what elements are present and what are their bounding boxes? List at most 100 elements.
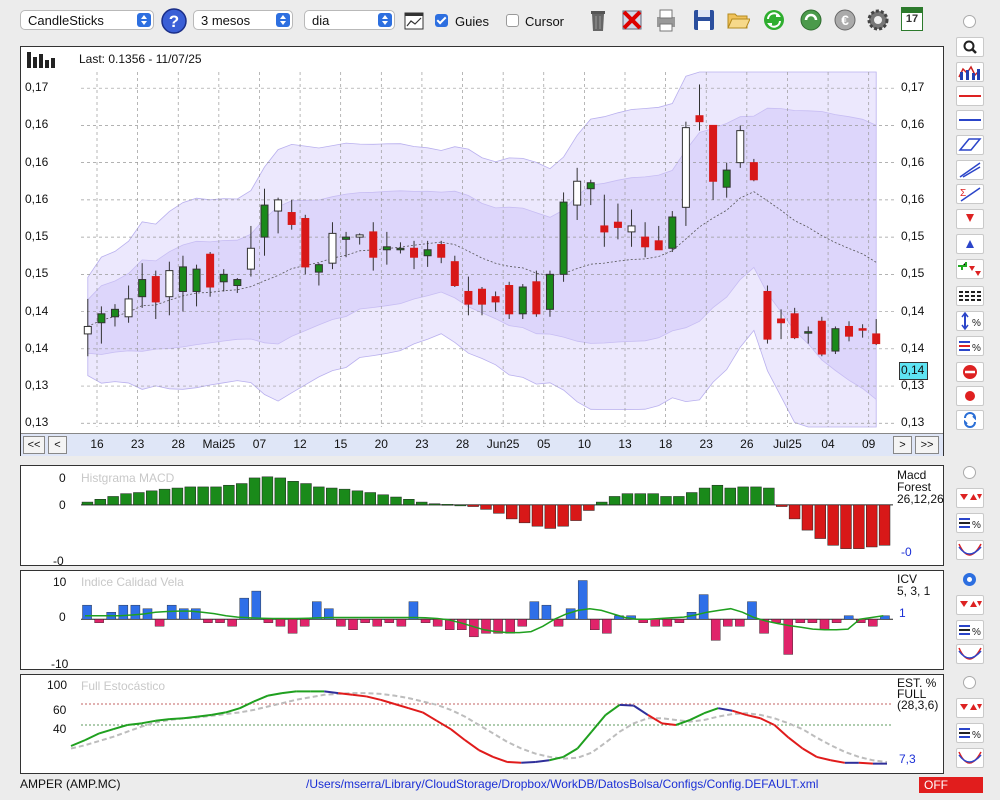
candle-body bbox=[328, 232, 337, 264]
calendar-icon[interactable]: 17 bbox=[901, 7, 923, 31]
macd-bar bbox=[737, 486, 749, 506]
stoch-percent-button[interactable]: % bbox=[956, 723, 984, 743]
gear-icon[interactable] bbox=[866, 7, 890, 33]
percent-lines-button[interactable]: % bbox=[956, 336, 984, 356]
period-select[interactable]: 3 mesos bbox=[193, 10, 293, 30]
stoch-curve-button[interactable] bbox=[956, 748, 984, 768]
candle-body bbox=[314, 264, 323, 273]
icv-bar bbox=[336, 619, 346, 627]
macd-bar bbox=[596, 501, 608, 506]
candle-body bbox=[219, 273, 228, 283]
delete-icon[interactable] bbox=[620, 7, 644, 33]
print-icon[interactable] bbox=[654, 7, 678, 33]
stoch-d-line bbox=[70, 692, 888, 763]
candle-body bbox=[763, 290, 772, 340]
macd-histogram[interactable] bbox=[21, 466, 943, 565]
sync-icon[interactable] bbox=[799, 7, 823, 33]
record-button[interactable] bbox=[956, 386, 984, 406]
forbid-button[interactable] bbox=[956, 362, 984, 382]
panel-radio-macd[interactable] bbox=[963, 466, 976, 479]
chart-type-value: CandleSticks bbox=[28, 13, 104, 28]
nav-prev-button[interactable]: < bbox=[48, 436, 67, 454]
chart-style-button[interactable] bbox=[956, 62, 984, 82]
buy-arrow-button[interactable] bbox=[956, 234, 984, 254]
zoom-button[interactable] bbox=[956, 37, 984, 57]
channel-button[interactable] bbox=[956, 135, 984, 155]
folder-open-icon[interactable] bbox=[726, 7, 750, 33]
macd-percent-button[interactable]: % bbox=[956, 513, 984, 533]
stoch-k-segment bbox=[352, 693, 367, 698]
cursor-checkbox[interactable] bbox=[506, 14, 519, 27]
chevron-updown-icon bbox=[378, 13, 392, 27]
arrows-red-icon bbox=[960, 704, 982, 710]
nav-first-button[interactable]: << bbox=[23, 436, 45, 454]
macd-bar bbox=[467, 504, 479, 507]
icv-bar bbox=[662, 619, 673, 627]
icv-bar bbox=[795, 619, 806, 623]
y-axis-label-left: 0,16 bbox=[25, 154, 49, 169]
svg-text:%: % bbox=[972, 730, 981, 741]
candle-body bbox=[872, 333, 881, 345]
period-value: 3 mesos bbox=[201, 13, 251, 28]
nav-last-button[interactable]: >> bbox=[915, 436, 939, 454]
x-axis-label: 16 bbox=[90, 437, 104, 451]
help-icon[interactable]: ? bbox=[161, 8, 187, 34]
chart-window-icon[interactable] bbox=[404, 12, 424, 30]
x-axis-label: 23 bbox=[415, 437, 429, 451]
stochastic-chart[interactable] bbox=[21, 675, 943, 773]
euro-icon[interactable]: € bbox=[833, 7, 857, 33]
config-path-link[interactable]: /Users/mserra/Library/CloudStorage/Dropb… bbox=[306, 777, 818, 791]
candle-body bbox=[749, 162, 758, 181]
candle-body bbox=[301, 217, 310, 268]
macd-bar bbox=[390, 496, 402, 506]
stoch-k-segment bbox=[127, 722, 142, 726]
macd-bar bbox=[338, 488, 351, 506]
macd-bar bbox=[763, 487, 775, 506]
trash-icon[interactable] bbox=[586, 7, 610, 33]
macd-bar bbox=[94, 499, 106, 506]
lines-button[interactable] bbox=[956, 286, 984, 306]
blue-line-button[interactable] bbox=[956, 110, 984, 130]
candle-body bbox=[736, 130, 745, 164]
icv-bar bbox=[396, 619, 407, 627]
interval-select[interactable]: dia bbox=[304, 10, 395, 30]
macd-curve-button[interactable] bbox=[956, 540, 984, 560]
icv-curve-button[interactable] bbox=[956, 644, 984, 664]
icv-bar bbox=[82, 604, 92, 620]
icv-bar bbox=[602, 619, 612, 634]
y-axis-label-right: 0,13 bbox=[901, 378, 925, 393]
icv-signals-button[interactable] bbox=[956, 595, 984, 615]
panel-radio-stoch[interactable] bbox=[963, 676, 976, 689]
panel-radio-icv[interactable] bbox=[963, 573, 976, 586]
guides-checkbox[interactable] bbox=[435, 14, 448, 27]
macd-bar bbox=[454, 504, 466, 507]
panel-radio-main[interactable] bbox=[963, 15, 976, 28]
chart-type-select[interactable]: CandleSticks bbox=[20, 10, 154, 30]
icv-chart[interactable] bbox=[21, 571, 943, 669]
save-icon[interactable] bbox=[692, 7, 716, 33]
nav-next-button[interactable]: > bbox=[893, 436, 912, 454]
candle-body bbox=[464, 290, 473, 305]
trendline-button[interactable] bbox=[956, 160, 984, 180]
stoch-k-segment bbox=[619, 703, 634, 707]
candle-body bbox=[423, 249, 432, 257]
stoch-k-segment bbox=[478, 749, 494, 758]
candle-body bbox=[355, 234, 364, 238]
percent-range-button[interactable]: % bbox=[956, 311, 984, 331]
icv-percent-button[interactable]: % bbox=[956, 620, 984, 640]
sigma-line-button[interactable]: Σ bbox=[956, 184, 984, 204]
y-axis-label-left: 0,14 bbox=[25, 303, 49, 318]
macd-signals-button[interactable] bbox=[956, 488, 984, 508]
swap-button[interactable] bbox=[956, 410, 984, 430]
macd-y-label: 0 bbox=[59, 498, 66, 512]
macd-bar bbox=[351, 490, 364, 506]
sell-arrow-button[interactable] bbox=[956, 209, 984, 229]
stoch-signals-button[interactable] bbox=[956, 698, 984, 718]
refresh-icon[interactable] bbox=[762, 7, 786, 33]
macd-bar bbox=[866, 504, 878, 548]
candlestick-chart[interactable] bbox=[21, 47, 943, 432]
channel-icon bbox=[958, 138, 982, 151]
macd-y-label: -0 bbox=[53, 554, 64, 568]
red-line-button[interactable] bbox=[956, 86, 984, 106]
signals-button[interactable] bbox=[956, 259, 984, 279]
